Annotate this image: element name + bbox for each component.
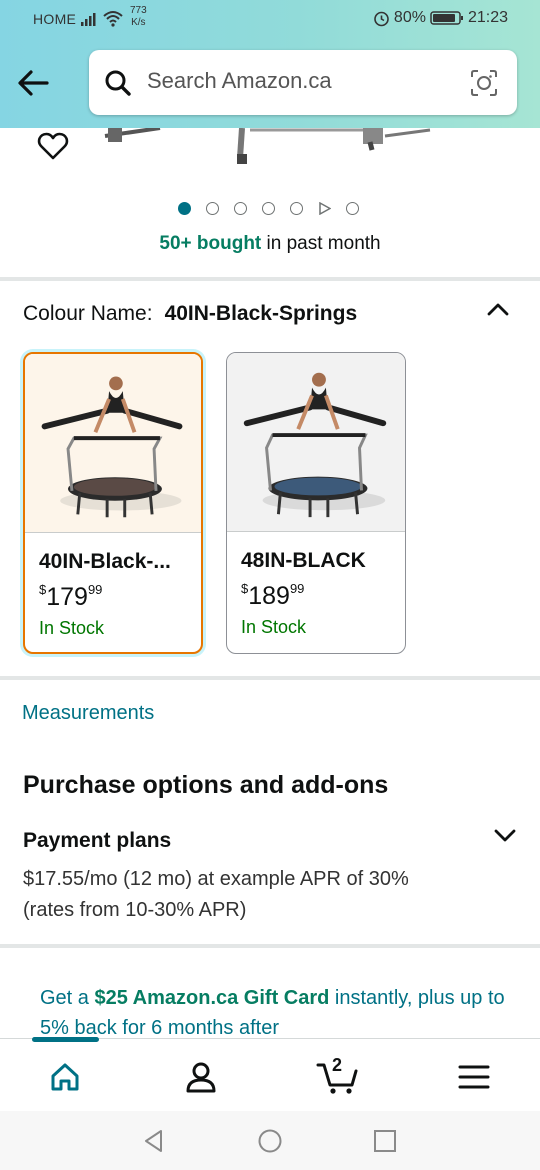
gift-prefix: Get a <box>40 987 95 1009</box>
payment-plans-details: $17.55/mo (12 mo) at example APR of 30% … <box>23 868 409 921</box>
home-icon[interactable] <box>45 1057 85 1097</box>
image-carousel-dots[interactable] <box>178 202 359 215</box>
carousel-dot[interactable] <box>206 202 219 215</box>
cart-count: 2 <box>332 1055 343 1075</box>
battery-icon <box>430 11 463 25</box>
system-nav-bar <box>0 1111 540 1170</box>
product-image-crop[interactable] <box>0 128 540 170</box>
colour-name-value: 40IN-Black-Springs <box>164 302 358 325</box>
measurements-link[interactable]: Measurements <box>22 702 154 725</box>
chevron-down-icon[interactable] <box>492 826 518 846</box>
trampoline-product-image <box>25 354 201 532</box>
heart-icon[interactable] <box>37 131 69 161</box>
price-cents: 99 <box>87 582 103 597</box>
carrier-label: HOME <box>33 11 77 27</box>
bought-in-past-month: 50+ bought in past month <box>0 233 540 255</box>
variation-card-48in[interactable]: 48IN-BLACK $18999 In Stock <box>226 352 406 654</box>
active-tab-indicator <box>32 1037 99 1042</box>
system-recents-icon[interactable] <box>372 1128 398 1154</box>
system-back-icon[interactable] <box>141 1128 167 1154</box>
back-arrow-icon[interactable] <box>14 64 52 102</box>
carousel-dot[interactable] <box>346 202 359 215</box>
camera-lens-icon[interactable] <box>469 68 499 98</box>
card-divider <box>227 531 405 532</box>
bought-suffix: in past month <box>261 233 381 254</box>
stock-status: In Stock <box>39 618 105 638</box>
account-icon[interactable] <box>181 1057 221 1097</box>
carousel-dot[interactable] <box>262 202 275 215</box>
colour-name-row: Colour Name: 40IN-Black-Springs <box>23 302 357 326</box>
search-icon[interactable] <box>103 68 133 98</box>
variation-price: $18999 <box>241 581 304 611</box>
speed-value: 773 <box>130 5 147 16</box>
battery-percent: 80% <box>393 9 426 26</box>
variation-price: $17999 <box>39 582 102 612</box>
status-right: 80% 21:23 <box>373 9 508 27</box>
status-bar: HOME 773 K/s 80% 21:23 <box>0 0 540 38</box>
wifi-icon <box>103 11 123 27</box>
purchase-options-title: Purchase options and add-ons <box>23 771 389 799</box>
app-header: HOME 773 K/s 80% 21:23 Search Amazon.ca <box>0 0 540 128</box>
section-divider <box>0 277 540 281</box>
signal-icon <box>81 13 96 26</box>
network-speed: 773 K/s <box>130 5 147 29</box>
variation-name: 48IN-BLACK <box>241 549 366 572</box>
search-bar[interactable]: Search Amazon.ca <box>89 50 517 115</box>
payment-plans-title[interactable]: Payment plans <box>23 829 171 853</box>
video-play-icon[interactable] <box>318 202 331 215</box>
price-whole: 189 <box>248 582 290 610</box>
price-cents: 99 <box>289 581 305 596</box>
variation-card-40in[interactable]: 40IN-Black-... $17999 In Stock <box>23 352 203 654</box>
carousel-dot[interactable] <box>178 202 191 215</box>
cart-button[interactable]: 2 <box>316 1055 360 1097</box>
stock-status: In Stock <box>241 617 307 637</box>
menu-icon[interactable] <box>454 1057 494 1097</box>
price-whole: 179 <box>46 583 88 611</box>
section-divider <box>0 676 540 680</box>
clock: 21:23 <box>467 9 508 26</box>
variation-name: 40IN-Black-... <box>39 550 171 573</box>
colour-name-label: Colour Name: <box>23 302 153 325</box>
system-home-icon[interactable] <box>257 1128 283 1154</box>
bottom-nav-bar: 2 <box>0 1037 540 1111</box>
search-input[interactable]: Search Amazon.ca <box>147 68 332 94</box>
gift-card-offer[interactable]: Get a $25 Amazon.ca Gift Card instantly,… <box>40 983 510 1043</box>
speed-unit: K/s <box>131 17 146 28</box>
section-divider <box>0 944 540 948</box>
card-divider <box>25 532 201 533</box>
bought-count: 50+ bought <box>159 233 262 254</box>
trampoline-product-image <box>227 353 405 531</box>
chevron-up-icon[interactable] <box>485 298 511 320</box>
carousel-dot[interactable] <box>290 202 303 215</box>
carousel-dot[interactable] <box>234 202 247 215</box>
gift-highlight: $25 Amazon.ca Gift Card <box>94 987 330 1009</box>
alarm-icon <box>374 11 389 26</box>
